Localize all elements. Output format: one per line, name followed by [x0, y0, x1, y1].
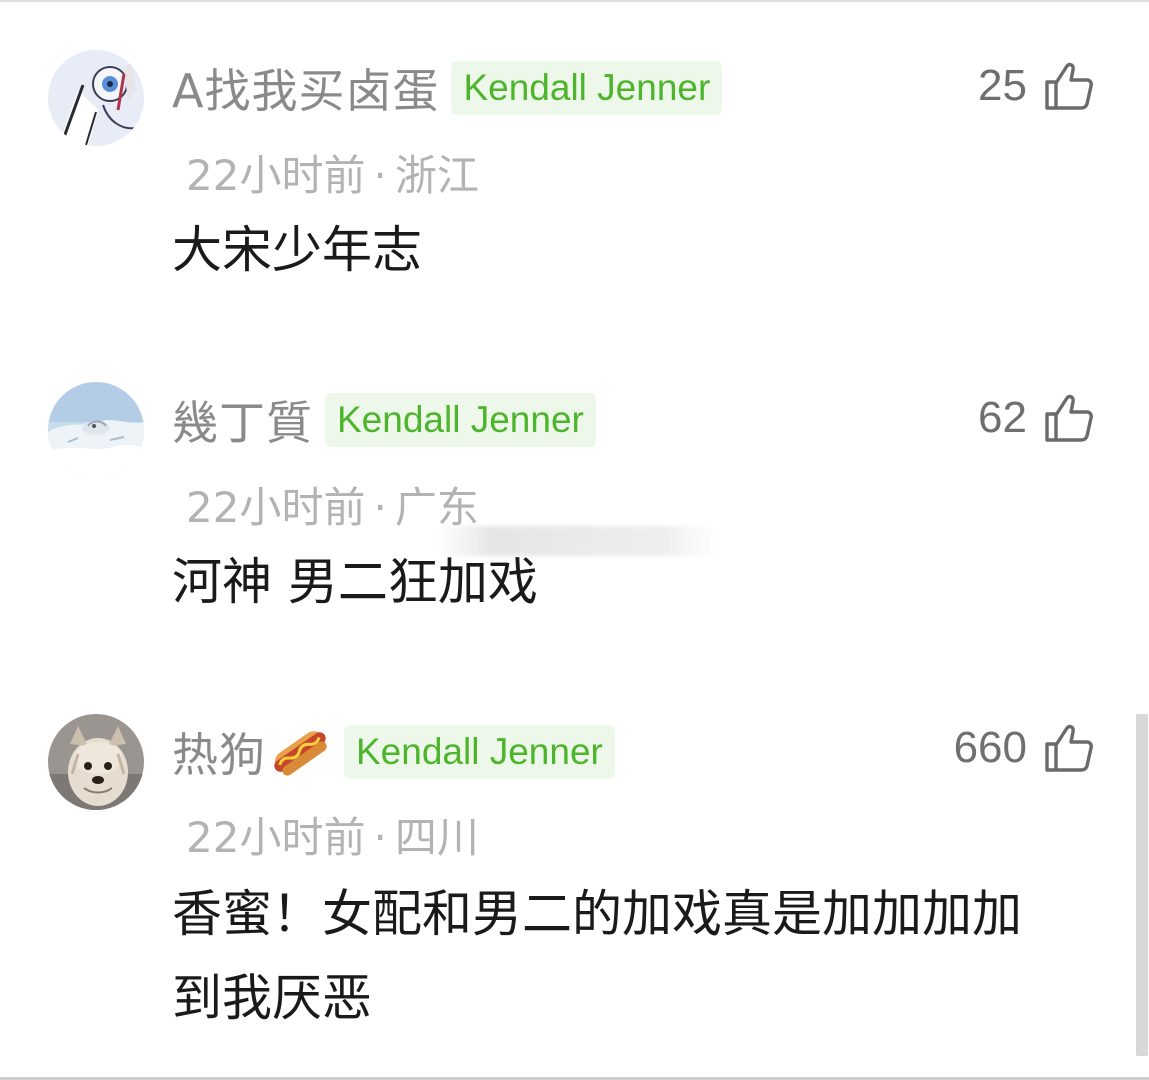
like-button[interactable]: 660 — [954, 718, 1095, 778]
thumbs-up-icon[interactable] — [1043, 60, 1095, 112]
like-count: 25 — [978, 61, 1027, 110]
comment-text: 河神 男二狂加戏 — [172, 553, 538, 611]
location: 四川 — [394, 813, 479, 862]
fan-badge[interactable]: Kendall Jenner — [344, 725, 615, 779]
thumbs-up-icon[interactable] — [1043, 392, 1095, 444]
fan-badge[interactable]: Kendall Jenner — [451, 61, 723, 115]
avatar[interactable] — [48, 714, 144, 810]
like-count: 62 — [978, 393, 1027, 442]
fan-badge[interactable]: Kendall Jenner — [325, 393, 596, 447]
avatar[interactable] — [48, 382, 144, 478]
meta-separator: · — [373, 483, 387, 532]
meta-separator: · — [373, 813, 387, 862]
scrollbar[interactable] — [1136, 714, 1148, 1056]
location: 浙江 — [394, 151, 479, 200]
username[interactable]: 幾丁質 — [172, 387, 313, 453]
comment-text: 大宋少年志 — [172, 221, 422, 279]
meta-separator: · — [373, 151, 387, 200]
timestamp: 22小时前 — [186, 813, 366, 862]
like-button[interactable]: 25 — [978, 56, 1095, 116]
avatar[interactable] — [48, 50, 144, 146]
timestamp: 22小时前 — [186, 483, 366, 532]
comment-list: A找我买卤蛋 Kendall Jenner 25 22小时前 · 浙江 大宋少年志 — [0, 0, 1149, 1080]
comment-meta: 22小时前 · 广东 — [186, 474, 479, 535]
username[interactable]: 热狗 — [172, 719, 266, 785]
username[interactable]: A找我买卤蛋 — [172, 55, 439, 121]
like-button[interactable]: 62 — [978, 388, 1095, 448]
top-divider — [0, 0, 1149, 2]
like-count: 660 — [953, 723, 1027, 772]
thumbs-up-icon[interactable] — [1043, 722, 1095, 774]
comment-text: 香蜜！女配和男二的加戏真是加加加加到我厌恶 — [172, 885, 1022, 1027]
hotdog-emoji-icon — [268, 727, 332, 777]
timestamp: 22小时前 — [186, 151, 366, 200]
comment-meta: 22小时前 · 浙江 — [186, 142, 479, 203]
location: 广东 — [394, 483, 479, 532]
comment-meta: 22小时前 · 四川 — [186, 804, 479, 865]
